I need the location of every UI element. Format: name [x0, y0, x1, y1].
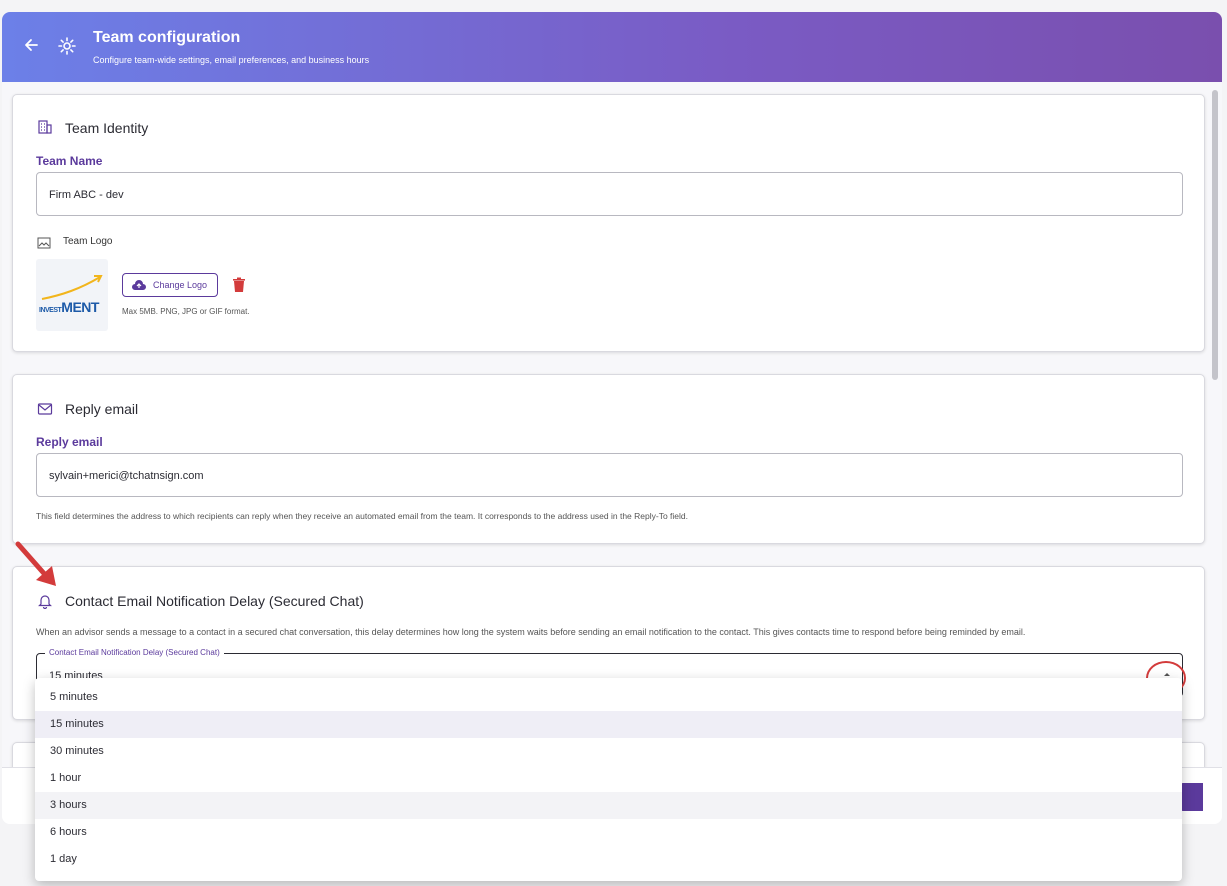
mail-icon: [37, 403, 53, 415]
annotation-arrow: [15, 541, 56, 586]
team-identity-card: Team Identity Team Name Firm ABC - dev T…: [12, 94, 1205, 352]
reply-email-title: Reply email: [65, 401, 139, 417]
dropdown-option-hovered[interactable]: 3 hours: [35, 792, 1182, 819]
notification-delay-dropdown[interactable]: 5 minutes 15 minutes 30 minutes 1 hour 3…: [35, 678, 1182, 881]
notification-delay-select-label: Contact Email Notification Delay (Secure…: [45, 648, 224, 657]
bell-icon: [38, 595, 52, 609]
team-name-input[interactable]: Firm ABC - dev: [36, 172, 1183, 216]
page-subtitle: Configure team-wide settings, email pref…: [93, 55, 370, 65]
dropdown-option[interactable]: 6 hours: [35, 819, 1182, 846]
page-header: Team configuration Configure team-wide s…: [2, 12, 1222, 82]
growth-arrow-icon: [41, 275, 103, 300]
logo-wordmark: INVESTMENT: [39, 299, 99, 315]
logo-help-text: Max 5MB. PNG, JPG or GIF format.: [122, 307, 250, 316]
team-identity-title: Team Identity: [65, 120, 149, 136]
cloud-upload-icon: [132, 280, 146, 290]
reply-email-label: Reply email: [36, 435, 103, 449]
dropdown-option-selected[interactable]: 15 minutes: [35, 711, 1182, 738]
page-title: Team configuration: [93, 29, 241, 46]
gear-icon: [58, 37, 76, 55]
change-logo-button[interactable]: Change Logo: [122, 273, 218, 297]
image-icon: [37, 237, 51, 249]
notification-delay-description: When an advisor sends a message to a con…: [36, 627, 1026, 637]
dropdown-option[interactable]: 5 minutes: [35, 684, 1182, 711]
notification-delay-title: Contact Email Notification Delay (Secure…: [65, 593, 364, 609]
back-arrow-icon[interactable]: [22, 36, 40, 54]
delete-logo-icon[interactable]: [232, 277, 246, 293]
team-name-label: Team Name: [36, 154, 103, 168]
dropdown-option[interactable]: 30 minutes: [35, 738, 1182, 765]
reply-email-help: This field determines the address to whi…: [36, 511, 689, 521]
team-logo-image: INVESTMENT: [36, 259, 108, 331]
reply-email-input[interactable]: sylvain+merici@tchatnsign.com: [36, 453, 1183, 497]
dropdown-option[interactable]: 1 day: [35, 846, 1182, 873]
reply-email-card: Reply email Reply email sylvain+merici@t…: [12, 374, 1205, 544]
scrollbar-thumb[interactable]: [1212, 90, 1218, 380]
save-button[interactable]: [1179, 783, 1203, 811]
building-icon: [38, 120, 52, 134]
dropdown-option[interactable]: 1 hour: [35, 765, 1182, 792]
team-logo-label: Team Logo: [63, 236, 113, 247]
